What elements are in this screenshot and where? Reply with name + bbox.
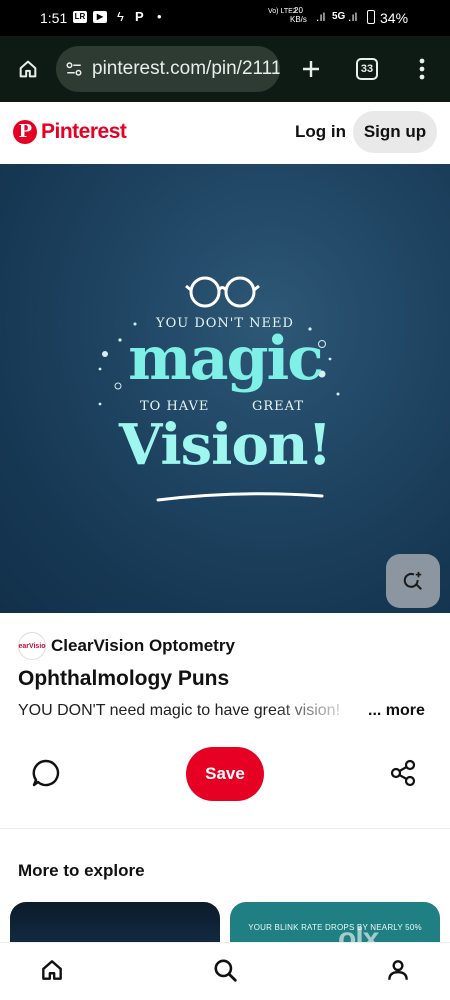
lr-icon: LR (73, 11, 87, 23)
pin-actions: Save (0, 745, 450, 805)
status-bar: 1:51 LR ▶ ϟ P • Vo) LTE2 20 KB/s .ıl 5G .… (0, 0, 450, 36)
pinterest-p-icon: P (13, 120, 37, 144)
youtube-icon: ▶ (93, 11, 107, 23)
site-header: P Pinterest Log in Sign up (0, 102, 450, 164)
battery-icon (367, 10, 375, 24)
more-vert-icon (419, 58, 425, 80)
profile-icon (388, 960, 408, 980)
address-bar[interactable]: pinterest.com/pin/2111 (56, 46, 280, 92)
bottom-nav (0, 942, 450, 1000)
home-icon (19, 60, 37, 78)
browser-toolbar: pinterest.com/pin/2111 33 (0, 36, 450, 102)
comment-button[interactable] (30, 757, 62, 789)
pin-image[interactable]: YOU DON'T NEED magic TO HAVE GREAT Visio… (0, 164, 450, 613)
pinterest-logo[interactable]: P Pinterest (13, 120, 127, 144)
signup-button[interactable]: Sign up (353, 111, 437, 153)
url-text[interactable]: pinterest.com/pin/2111 (92, 58, 280, 79)
plus-icon (303, 61, 319, 77)
creator-avatar[interactable]: earVisio (18, 632, 46, 660)
brand-name: Pinterest (41, 120, 127, 143)
more-link[interactable]: ... more (368, 702, 425, 720)
tab-switcher-button[interactable]: 33 (350, 52, 384, 86)
glasses-icon (185, 276, 260, 308)
nav-search-button[interactable] (210, 955, 240, 985)
nav-home-button[interactable] (37, 955, 67, 985)
comment-icon (32, 759, 60, 787)
status-time: 1:51 (40, 10, 68, 26)
creator-info[interactable]: earVisio ClearVision Optometry (18, 632, 235, 660)
visual-search-button[interactable] (386, 554, 440, 608)
more-to-explore-heading: More to explore (18, 861, 145, 880)
login-link[interactable]: Log in (295, 122, 346, 142)
share-button[interactable] (388, 758, 418, 788)
section-divider (0, 828, 450, 829)
new-tab-button[interactable] (294, 52, 328, 86)
pin-text-vision: Vision! (118, 412, 332, 478)
site-settings-icon[interactable] (65, 60, 83, 78)
pin-title: Ophthalmology Puns (18, 667, 230, 690)
creator-name[interactable]: ClearVision Optometry (51, 636, 235, 656)
more-menu-button[interactable] (405, 52, 439, 86)
tab-count: 33 (356, 58, 378, 80)
save-button[interactable]: Save (186, 747, 264, 801)
share-icon (390, 759, 416, 787)
dot-icon: • (157, 9, 162, 24)
net-speed: 20 KB/s (290, 6, 307, 24)
explore-card-2-text: YOUR BLINK RATE DROPS BY NEARLY 50% (248, 923, 422, 932)
signal-type: 5G (332, 11, 346, 22)
signal2-icon: .ıl (348, 10, 358, 24)
battery-level: 34% (380, 10, 409, 26)
home-button[interactable] (11, 52, 45, 86)
pin-text-magic: magic (128, 324, 324, 394)
search-icon (214, 959, 237, 982)
signal-icon: .ıl (316, 10, 326, 24)
home-icon (42, 960, 62, 980)
nav-profile-button[interactable] (383, 955, 413, 985)
lens-search-icon (403, 571, 422, 590)
flash-icon: ϟ (117, 9, 124, 24)
pin-description: YOU DON'T need magic to have great visio… (18, 702, 341, 719)
p-icon: P (135, 9, 144, 24)
